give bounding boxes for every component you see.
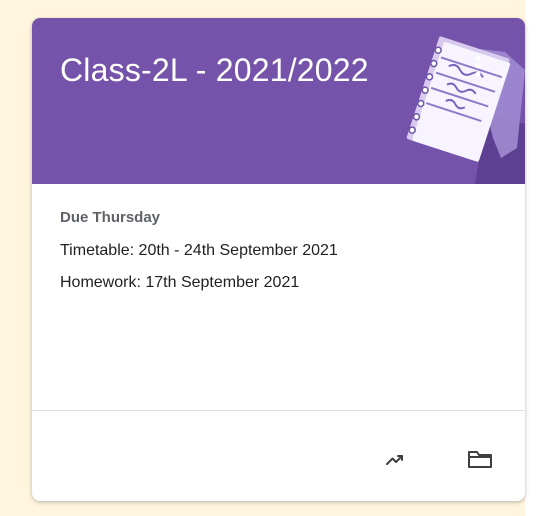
more-options-button[interactable] bbox=[467, 48, 489, 84]
class-title[interactable]: Class-2L - 2021/2022 bbox=[60, 48, 369, 92]
card-footer bbox=[32, 411, 525, 501]
page: Class-2L - 2021/2022 Due Thursday Timeta… bbox=[0, 0, 537, 516]
trending-up-icon bbox=[386, 455, 403, 465]
due-work-section: Due Thursday Timetable: 20th - 24th Sept… bbox=[32, 184, 525, 410]
notebook-illustration bbox=[406, 36, 525, 184]
gradebook-button[interactable] bbox=[377, 441, 413, 477]
due-label: Due Thursday bbox=[60, 209, 161, 226]
more-vert-icon bbox=[475, 55, 481, 77]
right-strip bbox=[525, 0, 537, 516]
folder-icon bbox=[468, 451, 492, 468]
assignment-timetable-link[interactable]: Timetable: 20th - 24th September 2021 bbox=[60, 240, 338, 262]
class-folder-button[interactable] bbox=[462, 441, 498, 477]
class-card[interactable]: Class-2L - 2021/2022 Due Thursday Timeta… bbox=[32, 18, 525, 501]
card-header[interactable]: Class-2L - 2021/2022 bbox=[32, 18, 525, 184]
assignment-homework-link[interactable]: Homework: 17th September 2021 bbox=[60, 272, 299, 294]
